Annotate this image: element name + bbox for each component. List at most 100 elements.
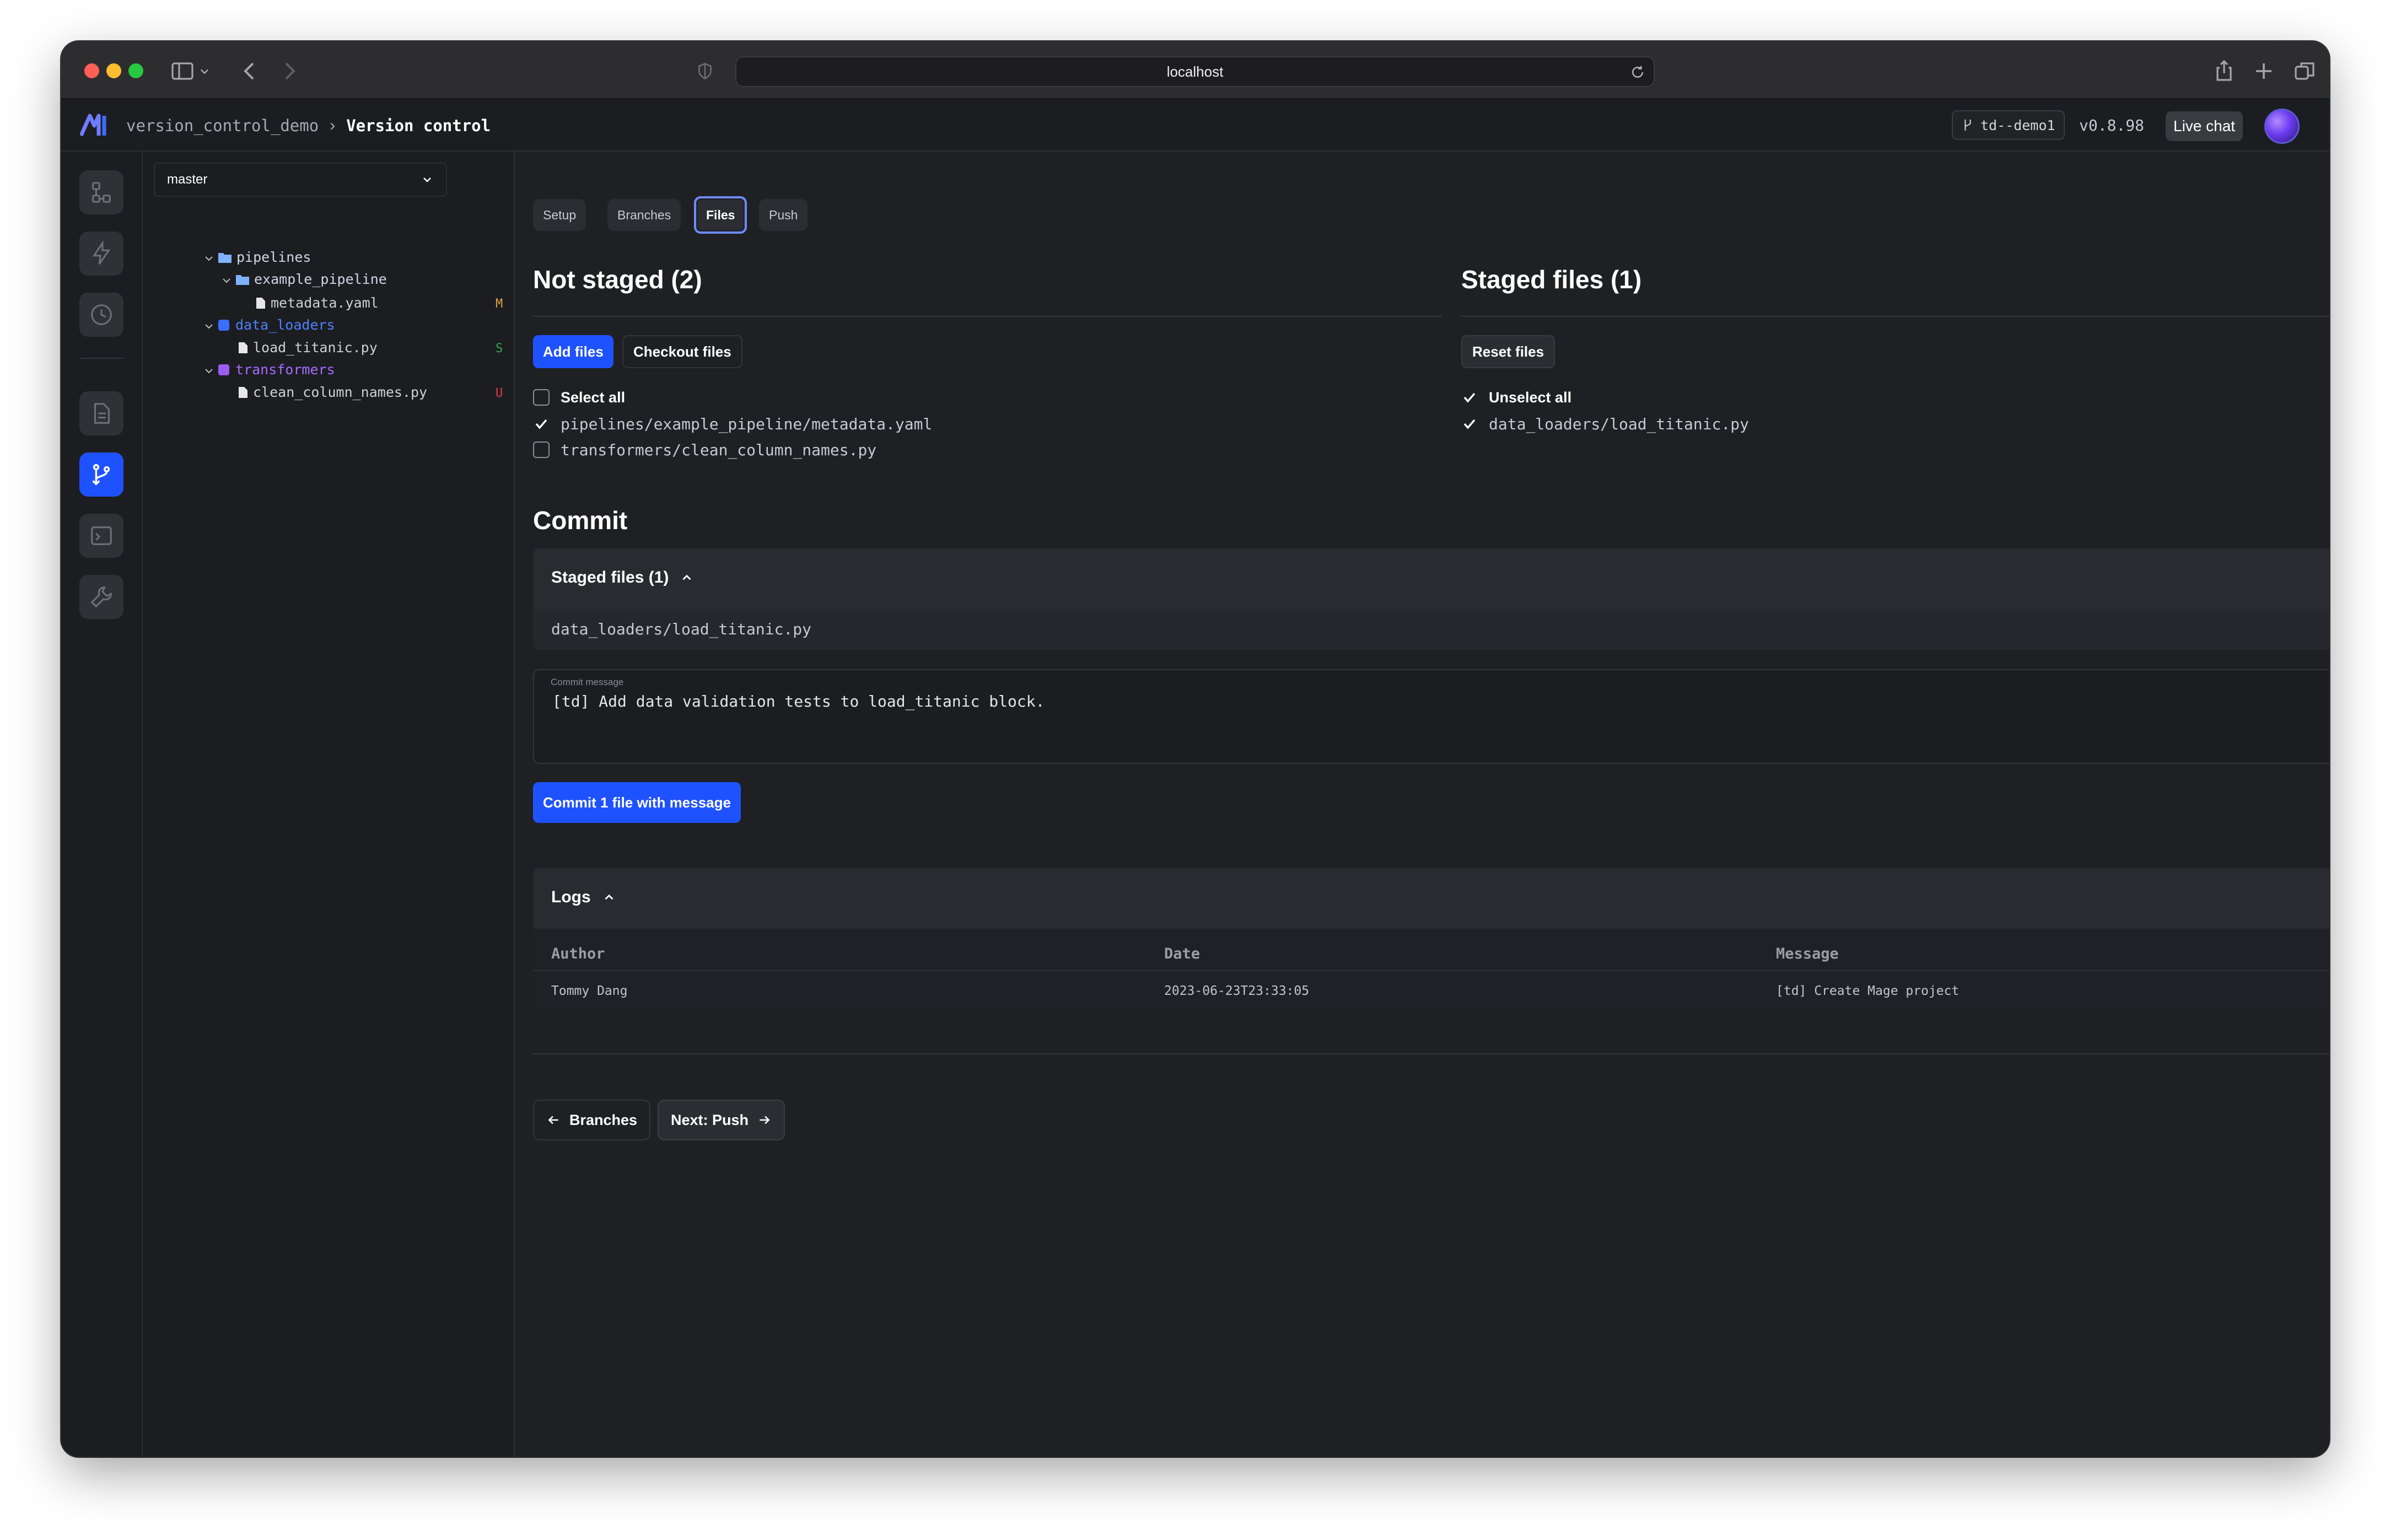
close-window-button[interactable] [84, 63, 99, 78]
block-type-square-icon [218, 363, 231, 375]
breadcrumb-project[interactable]: version_control_demo [126, 116, 319, 135]
sidebar-toggle-icon[interactable] [169, 58, 196, 84]
back-to-branches-button[interactable]: Branches [533, 1100, 651, 1140]
live-chat-button[interactable]: Live chat [2166, 111, 2243, 141]
terminal-nav-button[interactable] [79, 514, 123, 558]
folder-icon [235, 273, 250, 285]
tree-file-metadata-yaml[interactable]: metadata.yaml [255, 292, 379, 314]
url-text: localhost [1166, 63, 1224, 80]
checkmark-icon [1461, 389, 1478, 406]
reload-icon[interactable] [1629, 64, 1646, 80]
logs-title: Logs [551, 888, 591, 906]
version-control-nav-button[interactable] [79, 453, 123, 497]
chevron-down-icon [203, 319, 214, 330]
git-branch-badge[interactable]: td--demo1 [1952, 110, 2065, 140]
tree-item-label: pipelines [236, 249, 311, 265]
tab-files[interactable]: Files [694, 196, 747, 234]
commit-message-field[interactable]: Commit message [td] Add data validation … [533, 669, 2329, 764]
commit-message-label: Commit message [551, 677, 624, 687]
panel-header[interactable]: Staged files (1) [533, 548, 2329, 609]
section-divider [1461, 316, 2329, 317]
select-all-checkbox[interactable]: Select all [533, 386, 625, 408]
pipeline-icon [92, 182, 111, 203]
avatar[interactable] [2264, 109, 2300, 144]
files-nav-button[interactable] [79, 391, 123, 435]
commit-staged-files-panel: Staged files (1) data_loaders/load_titan… [533, 548, 2329, 650]
git-branch-icon [92, 464, 110, 486]
mage-logo-icon[interactable] [79, 114, 111, 137]
panel-title: Logs [551, 888, 616, 907]
table-row[interactable]: Tommy Dang 2023-06-23T23:33:05 [td] Crea… [533, 971, 2329, 1008]
chevron-up-icon [680, 570, 694, 585]
next-push-button[interactable]: Next: Push [658, 1100, 785, 1140]
runs-nav-button[interactable] [79, 293, 123, 337]
terminal-icon [91, 526, 112, 545]
checkbox-unchecked [533, 389, 550, 406]
pipelines-nav-button[interactable] [79, 170, 123, 214]
logs-panel: Logs Author Date Message Tommy Dang 2023… [533, 868, 2329, 1009]
not-staged-title: Not staged (2) [533, 265, 702, 294]
app-header: version_control_demo › Version control t… [61, 99, 2329, 152]
commit-staged-header: Staged files (1) [551, 568, 669, 586]
wrench-icon [90, 586, 112, 608]
tree-file-load-titanic[interactable]: load_titanic.py [238, 336, 378, 358]
staged-file-row[interactable]: data_loaders/load_titanic.py [1461, 413, 1749, 435]
commit-button[interactable]: Commit 1 file with message [533, 782, 741, 823]
file-path: pipelines/example_pipeline/metadata.yaml [561, 414, 933, 433]
commit-title: Commit [533, 506, 628, 535]
tab-branches[interactable]: Branches [607, 199, 681, 231]
address-bar[interactable]: localhost [735, 56, 1655, 87]
git-branch-icon [1962, 118, 1974, 132]
add-files-button[interactable]: Add files [533, 335, 613, 368]
settings-nav-button[interactable] [79, 575, 123, 619]
commit-message-text: [td] Add data validation tests to load_t… [552, 692, 1045, 710]
tab-overview-icon[interactable] [2291, 58, 2318, 84]
tree-folder-pipelines[interactable]: pipelines [203, 246, 311, 268]
reset-files-button[interactable]: Reset files [1461, 335, 1555, 368]
tree-folder-example-pipeline[interactable]: example_pipeline [221, 268, 387, 290]
new-tab-icon[interactable] [2251, 58, 2277, 84]
branch-select[interactable]: master [154, 163, 447, 197]
panel-header[interactable]: Logs [533, 868, 2329, 929]
file-icon [255, 297, 266, 309]
zoom-window-button[interactable] [128, 63, 143, 78]
tree-file-clean-column-names[interactable]: clean_column_names.py [238, 381, 427, 403]
unselect-all-label: Unselect all [1489, 389, 1572, 406]
tab-setup[interactable]: Setup [533, 199, 586, 231]
tree-folder-data-loaders[interactable]: data_loaders [203, 314, 335, 336]
tree-folder-transformers[interactable]: transformers [203, 358, 335, 380]
back-arrow-icon[interactable] [236, 58, 263, 84]
chevron-down-icon[interactable] [196, 58, 213, 84]
privacy-shield-icon[interactable] [695, 58, 715, 84]
share-icon[interactable] [2211, 58, 2237, 84]
checkbox-unchecked [533, 441, 550, 458]
tree-item-label: metadata.yaml [271, 294, 379, 311]
file-tree-panel: master pipelines example_pipeline metada… [143, 152, 515, 1457]
tab-push[interactable]: Push [759, 199, 808, 231]
checkout-files-button[interactable]: Checkout files [622, 335, 742, 368]
logs-column-date: Date [1164, 945, 1201, 962]
checkmark-icon [1461, 416, 1478, 432]
forward-arrow-icon[interactable] [276, 58, 303, 84]
not-staged-file-row[interactable]: pipelines/example_pipeline/metadata.yaml [533, 413, 932, 435]
logs-column-author: Author [551, 945, 605, 962]
tree-item-label: clean_column_names.py [253, 384, 428, 400]
breadcrumb-current-page: Version control [346, 116, 491, 135]
panel-title: Staged files (1) [551, 568, 694, 587]
chevron-down-icon [221, 273, 232, 284]
arrow-right-icon [757, 1113, 772, 1127]
commit-staged-file: data_loaders/load_titanic.py [551, 620, 812, 638]
triggers-nav-button[interactable] [79, 231, 123, 276]
next-button-label: Next: Push [671, 1111, 749, 1128]
not-staged-file-row[interactable]: transformers/clean_column_names.py [533, 439, 876, 461]
browser-window: localhost version_control_demo › Version… [61, 41, 2329, 1457]
log-author: Tommy Dang [551, 984, 628, 998]
document-icon [94, 403, 110, 424]
block-type-square-icon [218, 319, 231, 331]
app-version: v0.8.98 [2079, 116, 2145, 134]
tree-item-label: transformers [235, 361, 335, 378]
chevron-down-icon [203, 251, 214, 262]
minimize-window-button[interactable] [106, 63, 121, 78]
nav-rail [61, 152, 143, 1457]
unselect-all-checkbox[interactable]: Unselect all [1461, 386, 1571, 408]
